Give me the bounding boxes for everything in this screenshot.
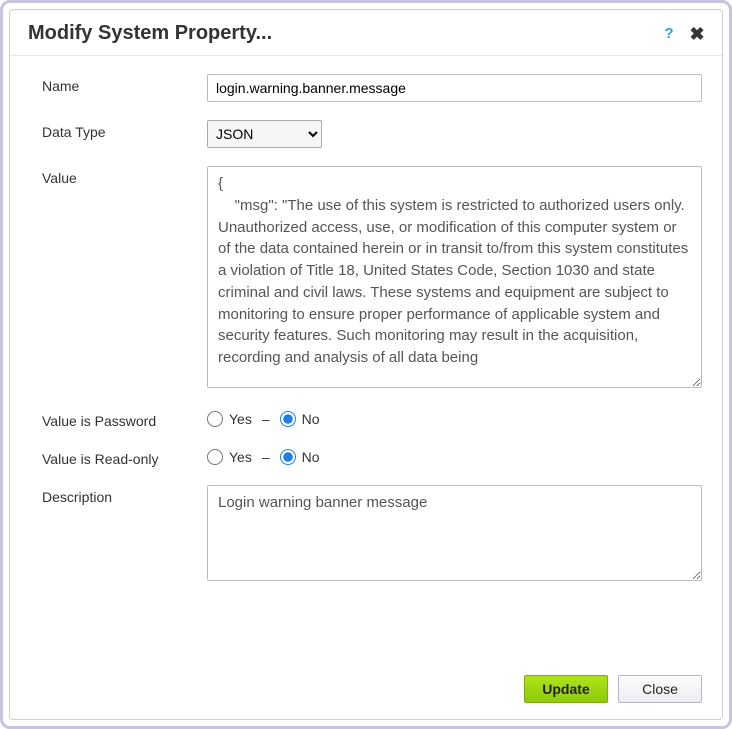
update-button[interactable]: Update	[524, 675, 608, 703]
is-readonly-no-label[interactable]: No	[280, 449, 320, 465]
row-value: Value	[42, 166, 702, 391]
dialog-outer: Modify System Property... ? ✖ Name Data …	[0, 0, 732, 729]
button-bar: Update Close	[10, 663, 722, 719]
close-button[interactable]: Close	[618, 675, 702, 703]
label-is-password: Value is Password	[42, 409, 207, 429]
form-area: Name Data Type JSON Value	[10, 56, 722, 663]
data-type-select[interactable]: JSON	[207, 120, 322, 148]
is-password-no-radio[interactable]	[280, 411, 296, 427]
is-password-no-label[interactable]: No	[280, 411, 320, 427]
description-textarea[interactable]	[207, 485, 702, 581]
row-name: Name	[42, 74, 702, 102]
row-data-type: Data Type JSON	[42, 120, 702, 148]
dash: –	[262, 449, 270, 465]
is-readonly-no-radio[interactable]	[280, 449, 296, 465]
row-description: Description	[42, 485, 702, 584]
is-password-no-text: No	[302, 411, 320, 427]
is-readonly-no-text: No	[302, 449, 320, 465]
name-input[interactable]	[207, 74, 702, 102]
is-password-radio-group: Yes – No	[207, 409, 702, 427]
is-readonly-yes-label[interactable]: Yes	[207, 449, 252, 465]
label-name: Name	[42, 74, 207, 94]
is-password-yes-radio[interactable]	[207, 411, 223, 427]
close-icon[interactable]: ✖	[686, 23, 708, 45]
title-actions: ? ✖	[658, 23, 708, 45]
label-value: Value	[42, 166, 207, 186]
is-password-yes-label[interactable]: Yes	[207, 411, 252, 427]
help-icon[interactable]: ?	[658, 23, 680, 45]
row-is-readonly: Value is Read-only Yes – No	[42, 447, 702, 467]
label-data-type: Data Type	[42, 120, 207, 140]
is-readonly-radio-group: Yes – No	[207, 447, 702, 465]
titlebar: Modify System Property... ? ✖	[10, 10, 722, 56]
is-password-yes-text: Yes	[229, 411, 252, 427]
row-is-password: Value is Password Yes – No	[42, 409, 702, 429]
value-textarea[interactable]	[207, 166, 702, 388]
label-is-readonly: Value is Read-only	[42, 447, 207, 467]
modify-system-property-dialog: Modify System Property... ? ✖ Name Data …	[9, 9, 723, 720]
dialog-title: Modify System Property...	[28, 22, 658, 45]
label-description: Description	[42, 485, 207, 505]
is-readonly-yes-radio[interactable]	[207, 449, 223, 465]
is-readonly-yes-text: Yes	[229, 449, 252, 465]
dash: –	[262, 411, 270, 427]
